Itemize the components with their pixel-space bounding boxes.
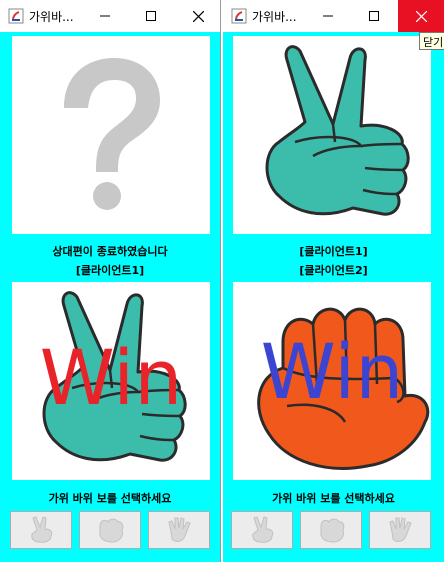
right-close-button[interactable]: [398, 0, 444, 32]
paper-button[interactable]: [148, 511, 210, 549]
minimize-icon: [323, 15, 333, 17]
scissors-button[interactable]: [231, 511, 293, 549]
scissors-hand-icon: [265, 45, 410, 216]
rock-icon: [99, 518, 124, 543]
minimize-icon: [100, 15, 110, 17]
my-choice-panel: Win: [233, 282, 431, 480]
java-app-icon: [8, 8, 24, 24]
left-minimize-button[interactable]: [82, 0, 128, 32]
rock-icon: [320, 518, 345, 543]
maximize-icon: [146, 11, 156, 21]
right-title-bar[interactable]: 가위바...: [223, 0, 444, 32]
my-label: [클라이언트2]: [299, 264, 368, 277]
left-window-title: 가위바...: [29, 10, 74, 24]
left-maximize-button[interactable]: [128, 0, 174, 32]
right-maximize-button[interactable]: [351, 0, 397, 32]
left-title-bar[interactable]: 가위바...: [0, 0, 220, 32]
result-win-text: Win: [260, 327, 404, 416]
right-window-title: 가위바...: [252, 10, 297, 24]
status-message: 상대편이 종료하였습니다: [52, 245, 168, 258]
opponent-choice-panel: [12, 36, 210, 234]
opponent-label: [클라이언트1]: [299, 245, 368, 258]
opponent-choice-panel: [233, 36, 431, 234]
maximize-icon: [369, 11, 379, 21]
question-mark-icon: [64, 58, 160, 210]
opponent-label: [클라이언트1]: [75, 264, 145, 277]
close-tooltip: 닫기: [419, 32, 444, 50]
choose-prompt: 가위 바위 보를 선택하세요: [48, 492, 172, 505]
scissors-icon: [31, 516, 53, 543]
rock-button[interactable]: [300, 511, 362, 549]
right-client-window: 가위바... [클라이언트1] [클라이언트2] Win 가위 바위 보를 선택…: [223, 0, 444, 562]
right-minimize-button[interactable]: [305, 0, 351, 32]
paper-icon: [389, 517, 412, 542]
result-win-text: Win: [39, 333, 183, 422]
paper-button[interactable]: [369, 511, 431, 549]
java-app-icon: [231, 8, 247, 24]
choose-prompt: 가위 바위 보를 선택하세요: [272, 492, 395, 505]
left-close-button[interactable]: [175, 0, 220, 32]
left-client-window: 가위바... 상대편이 종료하였습니다 [클라이언트1] Win 가위 바위 보…: [0, 0, 221, 562]
rock-button[interactable]: [79, 511, 141, 549]
my-choice-panel: Win: [12, 282, 210, 480]
scissors-icon: [252, 516, 274, 543]
close-icon: [192, 10, 204, 22]
close-icon: [415, 10, 427, 22]
paper-icon: [168, 517, 191, 542]
scissors-button[interactable]: [10, 511, 72, 549]
